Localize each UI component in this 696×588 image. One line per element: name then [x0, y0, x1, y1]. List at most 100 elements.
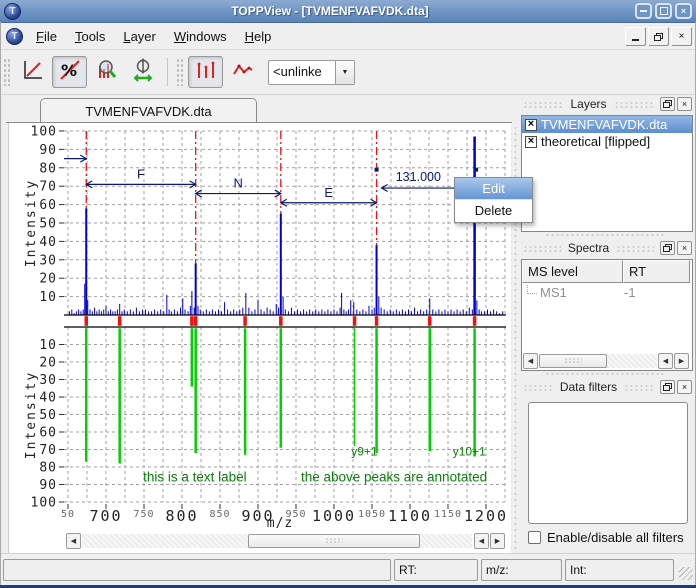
minimize-icon[interactable] [635, 3, 652, 19]
horizontal-splitter-2[interactable] [545, 371, 665, 377]
horizontal-splitter-1[interactable] [545, 232, 665, 238]
axis-text: 100 [31, 125, 57, 140]
context-menu-item-delete[interactable]: Delete [455, 199, 532, 221]
menu-item-tools[interactable]: Tools [66, 26, 114, 47]
layer-label: theoretical [flipped] [541, 134, 650, 149]
mdi-close-icon[interactable]: × [671, 27, 692, 46]
scroll-left-icon[interactable]: ◀ [66, 533, 81, 549]
scroll-right-icon[interactable]: ▶ [674, 353, 689, 369]
spectrum-canvas[interactable]: 1009080706050403020101020304050607080901… [8, 123, 511, 553]
layers-list[interactable]: × TVMENFVAFVDK.dta × theoretical [flipped] [521, 115, 693, 232]
spectra-table-header[interactable]: MS levelRT [522, 260, 692, 283]
scroll-thumb[interactable] [539, 354, 607, 368]
spectra-column-header[interactable]: RT [623, 260, 690, 283]
spectra-column-header[interactable]: MS level [522, 260, 623, 283]
spectra-scrollbar[interactable]: ◀ ◀ ▶ [523, 353, 689, 370]
spectra-panel-title: Spectra [565, 241, 612, 255]
peak-mode-button[interactable] [188, 56, 223, 88]
dock-texture [523, 100, 563, 109]
float-panel-icon[interactable] [660, 241, 675, 255]
dock-texture [614, 100, 654, 109]
toolbar: % <unlinke [0, 50, 696, 95]
float-panel-icon[interactable] [660, 97, 675, 111]
axis-text: E [324, 185, 333, 200]
spectrum-plot[interactable]: 1009080706050403020101020304050607080901… [9, 123, 511, 531]
measure-button[interactable] [126, 56, 161, 88]
spectra-table[interactable]: MS levelRT MS1-1 ◀ ◀ ▶ [521, 259, 693, 371]
layers-panel-header[interactable]: Layers × [519, 95, 695, 113]
close-panel-icon[interactable]: × [677, 380, 692, 394]
spectra-rt: -1 [624, 285, 636, 300]
mdi-restore-icon[interactable] [648, 27, 669, 46]
axis-text: Intensity [24, 371, 39, 459]
data-filters-list[interactable] [528, 402, 688, 524]
link-combo[interactable]: <unlinke ▼ [268, 60, 355, 85]
enable-filters-label: Enable/disable all filters [547, 530, 684, 545]
tab-spectrum[interactable]: TVMENFVAFVDK.dta [40, 98, 257, 123]
scroll-thumb[interactable] [248, 534, 420, 548]
float-panel-icon[interactable] [660, 380, 675, 394]
toolbar-drag-handle-2[interactable] [176, 58, 183, 86]
scroll-track[interactable] [82, 534, 472, 548]
axis-text: 50 [39, 408, 57, 423]
spectra-panel-header[interactable]: Spectra × [519, 239, 695, 257]
scroll-track[interactable] [539, 354, 657, 368]
scroll-left-icon[interactable]: ◀ [523, 353, 538, 369]
axis-text: 1050 [358, 509, 386, 520]
axis-text: 750 [133, 509, 154, 520]
axis-text: 10 [39, 290, 57, 305]
spectra-row[interactable]: MS1-1 [522, 283, 692, 301]
enable-filters-checkbox[interactable] [528, 531, 541, 544]
axis-text: 100 [31, 496, 57, 511]
zoom-button[interactable] [89, 56, 124, 88]
peak-mode-icon [194, 58, 218, 87]
scroll-right-icon[interactable]: ▶ [490, 533, 505, 549]
layer-item[interactable]: × theoretical [flipped] [522, 133, 692, 150]
measure-magnifier-icon [132, 58, 156, 87]
menu-item-help[interactable]: Help [236, 26, 281, 47]
reset-zoom-button[interactable] [15, 56, 50, 88]
status-int-field: Int: [565, 559, 674, 581]
close-panel-icon[interactable]: × [677, 241, 692, 255]
maximize-icon[interactable] [655, 3, 672, 19]
axis-text: 30 [39, 253, 57, 268]
axis-text: the above peaks are annotated [301, 470, 487, 485]
mdi-minimize-icon[interactable] [625, 27, 646, 46]
close-icon[interactable]: × [675, 3, 692, 19]
axis-text: 700 [89, 507, 122, 525]
axis-text: 50 [39, 217, 57, 232]
axis-text: 40 [39, 235, 57, 250]
context-menu-item-edit[interactable]: Edit [455, 178, 532, 199]
close-panel-icon[interactable]: × [677, 97, 692, 111]
dock-texture [523, 383, 553, 392]
layer-item[interactable]: × TVMENFVAFVDK.dta [522, 116, 692, 133]
scroll-left-icon-2[interactable]: ◀ [474, 533, 489, 549]
toppview-window: T TOPPView - [TVMENFVAFVDK.dta] × T File… [0, 0, 696, 588]
toolbar-drag-handle[interactable] [3, 58, 10, 86]
axis-text: 60 [39, 426, 57, 441]
resize-grip[interactable] [679, 567, 693, 580]
chevron-down-icon[interactable]: ▼ [335, 61, 354, 84]
axis-text: 40 [39, 391, 57, 406]
dock-texture [624, 383, 654, 392]
plot-horizontal-scrollbar[interactable]: ◀ ◀ ▶ [66, 533, 506, 550]
data-filters-panel-header[interactable]: Data filters × [519, 378, 695, 396]
percent-intensity-button[interactable]: % [52, 56, 87, 88]
layer-visibility-checkbox[interactable]: × [525, 119, 537, 131]
menu-item-windows[interactable]: Windows [165, 26, 236, 47]
raw-line-mode-icon [231, 58, 255, 87]
axis-text: 1100 [388, 507, 432, 525]
menu-item-layer[interactable]: Layer [114, 26, 165, 47]
raw-line-mode-button[interactable] [225, 56, 260, 88]
link-combo-value: <unlinke [269, 61, 335, 84]
menu-item-file[interactable]: File [27, 26, 66, 47]
axis-text: 20 [39, 272, 57, 287]
scroll-left-icon-2[interactable]: ◀ [658, 353, 673, 369]
percent-intensity-icon: % [58, 58, 82, 87]
status-message [3, 559, 391, 581]
layer-visibility-checkbox[interactable]: × [525, 136, 537, 148]
menu-items: FileToolsLayerWindowsHelp [27, 26, 280, 47]
layer-label: TVMENFVAFVDK.dta [541, 117, 667, 132]
title-bar[interactable]: T TOPPView - [TVMENFVAFVDK.dta] × [0, 0, 696, 23]
axis-text: 60 [39, 198, 57, 213]
